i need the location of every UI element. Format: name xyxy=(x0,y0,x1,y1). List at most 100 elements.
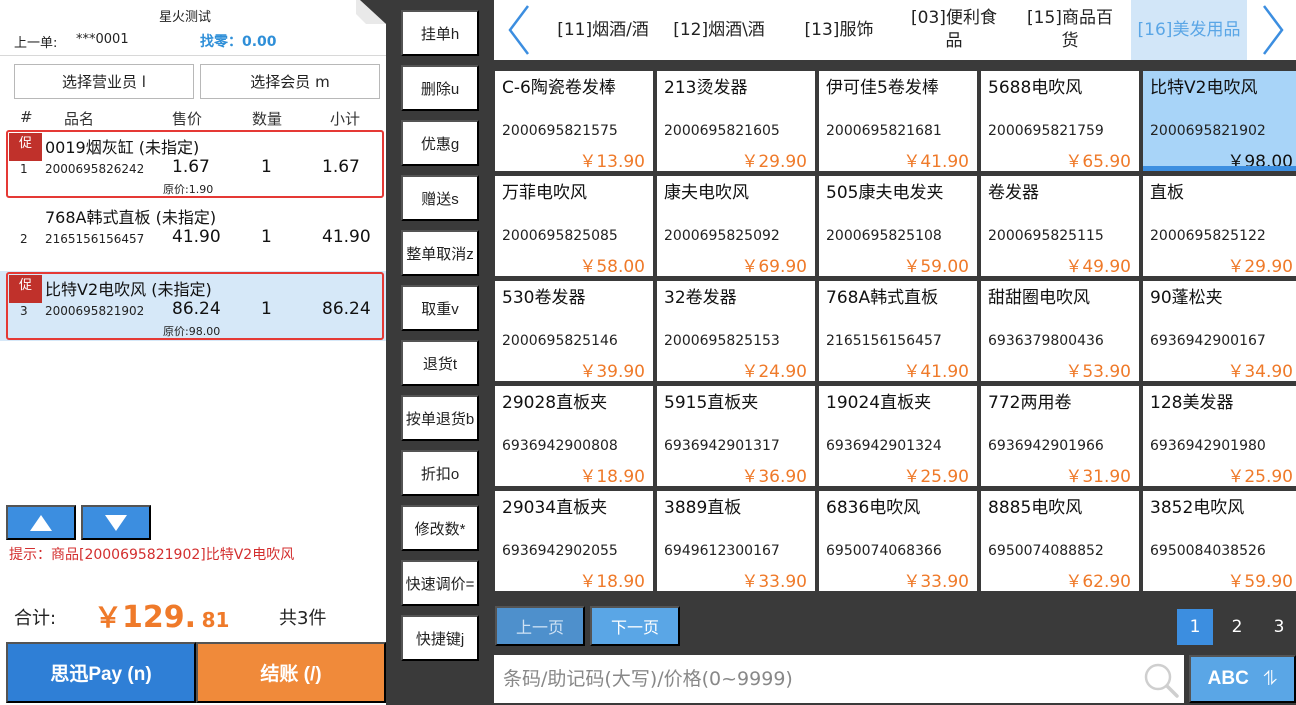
sixun-pay-button[interactable]: 思迅Pay (n) xyxy=(6,642,196,703)
product-card[interactable]: 5915直板夹 6936942901317 ￥36.90 xyxy=(657,386,815,487)
cart-row-selected[interactable]: 促 3 比特V2电吹风 (未指定) 2000695821902 86.24 1 … xyxy=(0,271,386,341)
product-price: ￥29.90 xyxy=(741,152,807,172)
category-tab[interactable]: [03]便利食品 xyxy=(904,0,1004,60)
product-name: 3852电吹风 xyxy=(1150,498,1245,518)
col-qty: 数量 xyxy=(252,110,283,128)
select-member-button[interactable]: 选择会员 m xyxy=(200,64,380,99)
promo-badge: 促 xyxy=(9,133,42,161)
product-card[interactable]: 3852电吹风 6950084038526 ￥59.90 xyxy=(1143,491,1296,592)
product-card[interactable]: 530卷发器 2000695825146 ￥39.90 xyxy=(495,281,653,382)
product-name: 康夫电吹风 xyxy=(664,183,749,203)
product-card[interactable]: 772两用卷 6936942901966 ￥31.90 xyxy=(981,386,1139,487)
product-card[interactable]: C-6陶瓷卷发棒 2000695821575 ￥13.90 xyxy=(495,71,653,172)
product-price: ￥18.90 xyxy=(579,572,645,592)
rebate-button[interactable]: 折扣o xyxy=(401,450,479,496)
row-subtotal: 1.67 xyxy=(322,157,360,177)
row-code: 2165156156457 xyxy=(45,232,145,246)
product-card[interactable]: 伊可佳5卷发棒 2000695821681 ￥41.90 xyxy=(819,71,977,172)
product-price: ￥34.90 xyxy=(1227,362,1293,382)
product-price: ￥36.90 xyxy=(741,467,807,487)
product-card[interactable]: 甜甜圈电吹风 6936379800436 ￥53.90 xyxy=(981,281,1139,382)
row-name: 比特V2电吹风 (未指定) xyxy=(45,280,212,299)
switch-arrows-icon: ⥮ xyxy=(1262,667,1278,690)
product-price: ￥65.90 xyxy=(1065,152,1131,172)
next-page-button[interactable]: 下一页 xyxy=(590,606,680,646)
delete-button[interactable]: 删除u xyxy=(401,65,479,111)
row-index: 3 xyxy=(20,304,28,318)
product-card[interactable]: 505康夫电发夹 2000695825108 ￥59.00 xyxy=(819,176,977,277)
return-button[interactable]: 退货t xyxy=(401,340,479,386)
gift-button[interactable]: 赠送s xyxy=(401,175,479,221)
product-card[interactable]: 3889直板 6949612300167 ￥33.90 xyxy=(657,491,815,592)
product-card[interactable]: 29028直板夹 6936942900808 ￥18.90 xyxy=(495,386,653,487)
page-number[interactable]: 3 xyxy=(1261,609,1296,645)
shortcut-keys-button[interactable]: 快捷键j xyxy=(401,615,479,661)
product-price: ￥39.90 xyxy=(579,362,645,382)
product-price: ￥13.90 xyxy=(579,152,645,172)
header-divider xyxy=(0,55,386,56)
product-card[interactable]: 卷发器 2000695825115 ￥49.90 xyxy=(981,176,1139,277)
product-card[interactable]: 768A韩式直板 2165156156457 ￥41.90 xyxy=(819,281,977,382)
cart-row[interactable]: 2 768A韩式直板 (未指定) 2165156156457 41.90 1 4… xyxy=(0,199,386,269)
category-tab[interactable]: [13]服饰 xyxy=(794,0,884,60)
checkout-button[interactable]: 结账 (/) xyxy=(196,642,386,703)
hold-order-button[interactable]: 挂单h xyxy=(401,10,479,56)
product-code: 6950084038526 xyxy=(1150,543,1266,559)
product-card[interactable]: 29034直板夹 6936942902055 ￥18.90 xyxy=(495,491,653,592)
discount-offer-button[interactable]: 优惠g xyxy=(401,120,479,166)
product-card[interactable]: 5688电吹风 2000695821759 ￥65.90 xyxy=(981,71,1139,172)
quick-price-button[interactable]: 快速调价= xyxy=(401,560,479,606)
barcode-search-input[interactable] xyxy=(494,655,1134,703)
product-card[interactable]: 6836电吹风 6950074068366 ￥33.90 xyxy=(819,491,977,592)
product-card[interactable]: 8885电吹风 6950074088852 ￥62.90 xyxy=(981,491,1139,592)
product-card[interactable]: 213烫发器 2000695821605 ￥29.90 xyxy=(657,71,815,172)
product-name: 6836电吹风 xyxy=(826,498,921,518)
cancel-order-button[interactable]: 整单取消z xyxy=(401,230,479,276)
category-tab[interactable]: [15]商品百货 xyxy=(1020,0,1120,60)
product-card[interactable]: 19024直板夹 6936942901324 ￥25.90 xyxy=(819,386,977,487)
row-price: 41.90 xyxy=(172,227,221,247)
category-tab[interactable]: [11]烟酒/酒 xyxy=(550,0,656,60)
product-price: ￥31.90 xyxy=(1065,467,1131,487)
scroll-down-button[interactable] xyxy=(81,505,151,540)
product-code: 6936942901966 xyxy=(988,438,1104,454)
product-card[interactable]: 直板 2000695825122 ￥29.90 xyxy=(1143,176,1296,277)
product-code: 6936942900167 xyxy=(1150,333,1266,349)
ime-toggle-button[interactable]: ABC ⥮ xyxy=(1189,655,1296,703)
cart-row[interactable]: 促 1 0019烟灰缸 (未指定) 2000695826242 1.67 1 1… xyxy=(0,129,386,199)
return-by-order-button[interactable]: 按单退货b xyxy=(401,395,479,441)
page-number-current[interactable]: 1 xyxy=(1177,609,1213,645)
total-amount: ￥129. 81 xyxy=(94,596,229,636)
product-code: 2000695821605 xyxy=(664,123,780,139)
product-code: 2000695825085 xyxy=(502,228,618,244)
page-number[interactable]: 2 xyxy=(1219,609,1255,645)
search-icon[interactable] xyxy=(1142,661,1180,699)
product-card[interactable]: 万菲电吹风 2000695825085 ￥58.00 xyxy=(495,176,653,277)
weigh-button[interactable]: 取重v xyxy=(401,285,479,331)
product-card[interactable]: 90蓬松夹 6936942900167 ￥34.90 xyxy=(1143,281,1296,382)
row-price: 86.24 xyxy=(172,299,221,319)
product-card[interactable]: 32卷发器 2000695825153 ￥24.90 xyxy=(657,281,815,382)
store-name: 星火测试 xyxy=(158,10,211,25)
col-index: # xyxy=(20,108,33,126)
product-price: ￥69.90 xyxy=(741,257,807,277)
modify-qty-button[interactable]: 修改数* xyxy=(401,505,479,551)
product-code: 6936942901324 xyxy=(826,438,942,454)
category-tab[interactable]: [12]烟酒\酒 xyxy=(666,0,772,60)
category-tab-active[interactable]: [16]美发用品 xyxy=(1131,0,1247,60)
chevron-right-icon[interactable] xyxy=(1260,4,1286,56)
hint-message: 提示：商品[2000695821902]比特V2电吹风 xyxy=(9,547,295,563)
product-name: 29034直板夹 xyxy=(502,498,608,518)
row-qty: 1 xyxy=(261,157,272,177)
product-name: 5688电吹风 xyxy=(988,78,1083,98)
prev-page-button[interactable]: 上一页 xyxy=(495,606,585,646)
product-card[interactable]: 康夫电吹风 2000695825092 ￥69.90 xyxy=(657,176,815,277)
row-subtotal: 86.24 xyxy=(322,299,371,319)
product-name: 29028直板夹 xyxy=(502,393,608,413)
product-price: ￥25.90 xyxy=(1227,467,1293,487)
product-card-selected[interactable]: 比特V2电吹风 2000695821902 ￥98.00 xyxy=(1143,71,1296,172)
select-clerk-button[interactable]: 选择营业员 l xyxy=(14,64,194,99)
product-card[interactable]: 128美发器 6936942901980 ￥25.90 xyxy=(1143,386,1296,487)
scroll-up-button[interactable] xyxy=(6,505,76,540)
chevron-left-icon[interactable] xyxy=(506,4,532,56)
